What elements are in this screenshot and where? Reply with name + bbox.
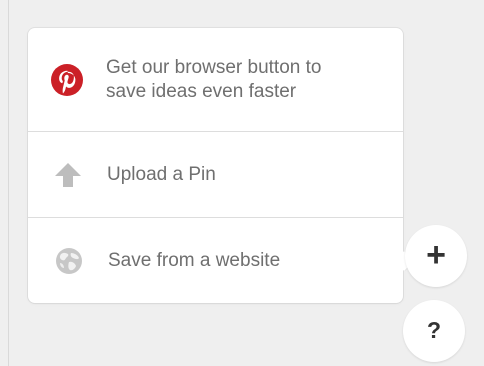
add-pin-button[interactable]: +: [405, 225, 467, 287]
get-browser-button-menu-item[interactable]: Get our browser button to save ideas eve…: [28, 28, 403, 131]
upload-pin-menu-item[interactable]: Upload a Pin: [28, 131, 403, 217]
save-from-website-menu-item[interactable]: Save from a website: [28, 217, 403, 303]
left-edge-divider: [8, 0, 9, 366]
pinterest-logo-circle: [51, 63, 83, 96]
upload-pin-label: Upload a Pin: [107, 163, 216, 185]
browser-button-promo-line-2: save ideas even faster: [106, 80, 297, 102]
create-pin-menu: Get our browser button to save ideas eve…: [28, 28, 414, 303]
globe-icon: [53, 245, 85, 277]
browser-button-promo-text: Get our browser button to save ideas eve…: [106, 56, 321, 104]
help-button[interactable]: ?: [403, 300, 465, 362]
upload-arrow-icon: [52, 159, 84, 191]
browser-button-promo-line-1: Get our browser button to: [106, 56, 322, 78]
plus-icon: +: [426, 236, 446, 274]
pinterest-logo-icon: [51, 63, 83, 96]
save-from-website-label: Save from a website: [108, 249, 281, 271]
question-mark-icon: ?: [426, 316, 442, 343]
